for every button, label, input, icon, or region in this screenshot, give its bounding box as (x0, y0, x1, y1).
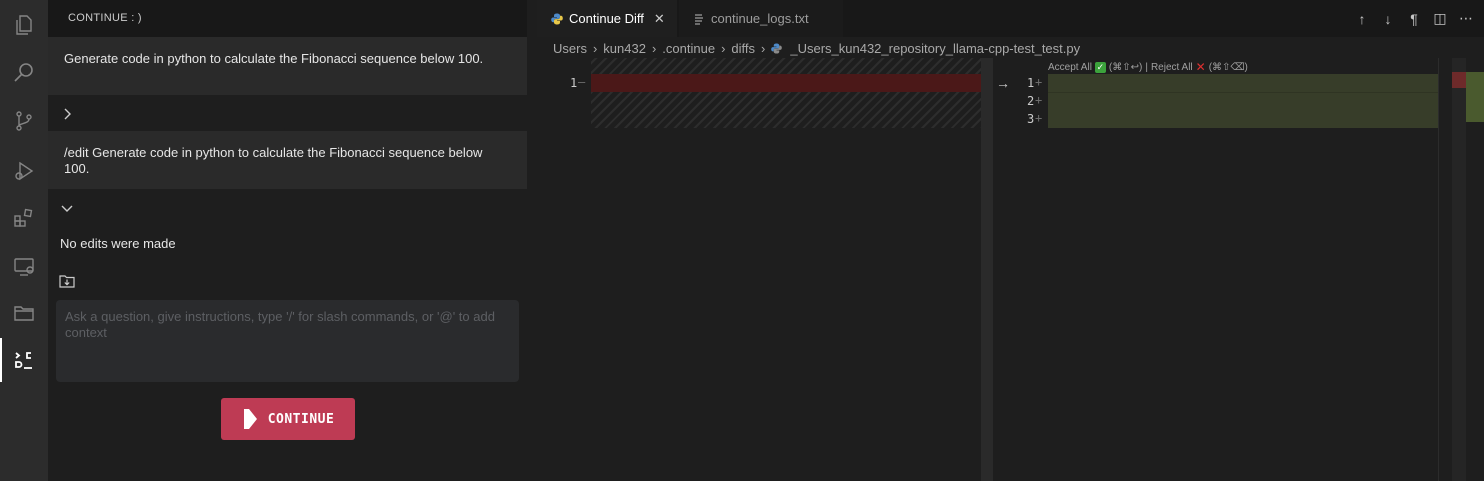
edit-message[interactable]: /edit Generate code in python to calcula… (48, 131, 527, 189)
continue-icon[interactable] (0, 338, 48, 382)
source-control-icon[interactable] (0, 99, 48, 143)
line-number: 1 (1027, 76, 1035, 90)
chevron-right-icon[interactable] (60, 107, 74, 121)
line-number: 1 (570, 76, 578, 90)
codelens-actions: Accept All ✓ (⌘⇧↩) | Reject All ✕ (⌘⇧⌫) (1048, 60, 1248, 74)
added-mark: + (1035, 93, 1043, 107)
breadcrumb-item[interactable]: Users (553, 41, 587, 56)
separator: | (1145, 61, 1148, 73)
reject-all-link[interactable]: Reject All (1151, 62, 1193, 73)
search-icon[interactable] (0, 51, 48, 95)
check-icon: ✓ (1094, 61, 1106, 73)
tab-continue-diff[interactable]: Continue Diff ✕ (537, 0, 677, 37)
text-file-icon (693, 13, 705, 25)
removed-line[interactable] (591, 74, 993, 92)
tab-label: Continue Diff (569, 11, 644, 26)
remote-explorer-icon[interactable] (0, 245, 48, 289)
line-number: 2 (1027, 94, 1035, 108)
no-edits-text: No edits were made (60, 236, 176, 251)
removed-mark: — (578, 75, 586, 89)
added-line[interactable] (1048, 74, 1452, 93)
continue-button[interactable]: CONTINUE (221, 398, 355, 440)
added-mark: + (1035, 75, 1043, 89)
tab-continue-logs[interactable]: continue_logs.txt (679, 0, 843, 37)
previous-change-icon[interactable]: ↑ (1354, 11, 1370, 27)
minimap-removed-marker (1452, 72, 1466, 88)
python-icon (771, 42, 783, 54)
folder-icon[interactable] (0, 291, 48, 335)
added-mark: + (1035, 111, 1043, 125)
tab-label: continue_logs.txt (711, 11, 809, 26)
chevron-right-icon: › (761, 40, 766, 56)
scrollbar[interactable] (1452, 58, 1466, 481)
breadcrumb: Users › kun432 › .continue › diffs › _Us… (553, 38, 1080, 58)
editor-actions: ↑ ↓ ¶ ◫ ⋯ (1354, 0, 1474, 37)
reject-shortcut: (⌘⇧⌫) (1208, 61, 1248, 73)
breadcrumb-item[interactable]: kun432 (603, 41, 646, 56)
chevron-right-icon: › (721, 40, 726, 56)
sidebar-sash[interactable] (527, 0, 537, 481)
chevron-down-icon[interactable] (60, 201, 74, 215)
continue-button-label: CONTINUE (267, 411, 335, 427)
extensions-icon[interactable] (0, 196, 48, 240)
accept-all-link[interactable]: Accept All (1048, 62, 1092, 73)
breadcrumb-item[interactable]: _Users_kun432_repository_llama-cpp-test_… (790, 41, 1080, 56)
editor-tabs: Continue Diff ✕ continue_logs.txt ↑ ↓ ¶ … (537, 0, 1484, 37)
sidebar-title: CONTINUE : ) (48, 0, 527, 37)
minimap-added-marker (1466, 72, 1484, 122)
accept-shortcut: (⌘⇧↩) (1108, 61, 1143, 73)
python-icon (551, 13, 563, 25)
diff-empty-hatch (591, 58, 993, 128)
chat-input[interactable]: Ask a question, give instructions, type … (56, 300, 519, 382)
chevron-right-icon: › (592, 40, 598, 56)
activity-bar (0, 0, 49, 481)
line-number: 3 (1027, 112, 1035, 126)
breadcrumb-item[interactable]: .continue (662, 41, 715, 56)
toggle-whitespace-icon[interactable]: ¶ (1406, 11, 1422, 27)
save-to-folder-icon[interactable] (59, 273, 75, 289)
continue-sidebar: CONTINUE : ) Generate code in python to … (48, 0, 527, 481)
run-debug-icon[interactable] (0, 149, 48, 193)
user-message[interactable]: Generate code in python to calculate the… (48, 37, 527, 95)
continue-logo-icon (243, 409, 257, 429)
revert-arrow-icon[interactable]: → (996, 75, 1010, 91)
breadcrumb-item[interactable]: diffs (731, 41, 755, 56)
more-actions-icon[interactable]: ⋯ (1458, 10, 1474, 27)
chevron-right-icon: › (651, 40, 657, 56)
scrollbar[interactable] (981, 58, 993, 481)
cross-icon: ✕ (1195, 60, 1206, 74)
split-editor-icon[interactable]: ◫ (1432, 10, 1448, 27)
next-change-icon[interactable]: ↓ (1380, 11, 1396, 27)
close-icon[interactable]: ✕ (654, 11, 665, 27)
explorer-icon[interactable] (0, 3, 48, 47)
